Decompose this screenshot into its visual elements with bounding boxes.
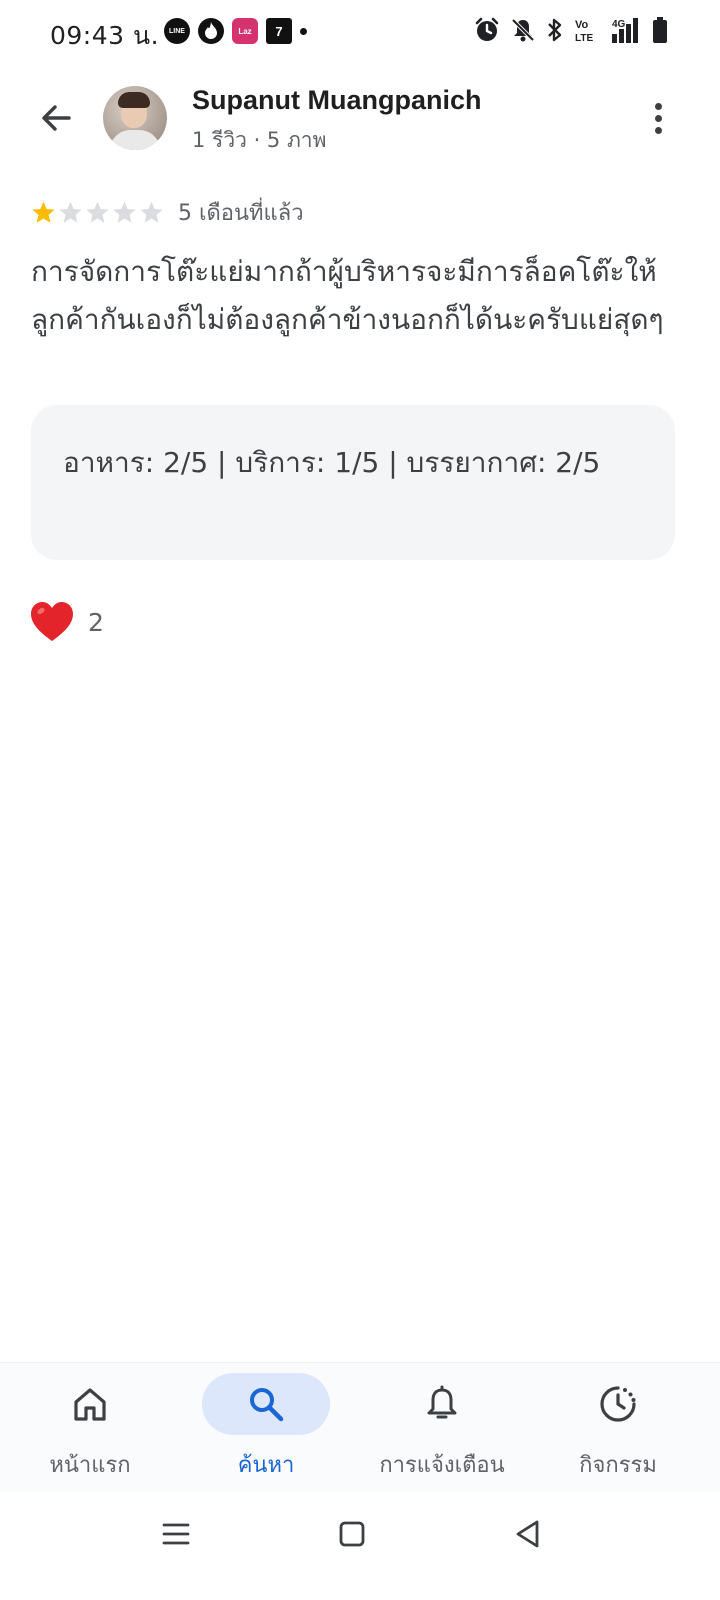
bell-icon: [427, 1385, 457, 1419]
more-vert-icon: [654, 102, 662, 110]
nav-item-activity[interactable]: กิจกรรม: [528, 1363, 708, 1493]
signal-4g-icon: 4G: [612, 18, 638, 43]
line-app-icon: LINE: [164, 18, 190, 44]
back-system-button[interactable]: [498, 1504, 558, 1564]
review-time: 5 เดือนที่แล้ว: [178, 201, 304, 226]
star-empty-icon: [86, 201, 109, 223]
svg-text:4G: 4G: [612, 19, 626, 30]
bottom-navigation: หน้าแรก ค้นหา การแจ้งเตือน กิจกรรม: [0, 1362, 720, 1492]
home-system-button[interactable]: [322, 1504, 382, 1564]
sub-ratings-card: อาหาร: 2/5 | บริการ: 1/5 | บรรยากาศ: 2/5: [31, 405, 675, 560]
status-time: 09:43 น.: [50, 21, 160, 50]
back-button[interactable]: [30, 92, 82, 144]
nav-label-notifications: การแจ้งเตือน: [379, 1453, 505, 1478]
volte-icon: Vo LTE: [575, 19, 593, 43]
like-button[interactable]: 2: [28, 598, 104, 646]
bluetooth-icon: [548, 18, 562, 42]
notifications-off-icon: [511, 18, 535, 42]
status-bar: 09:43 น. LINE Laz 7 Vo LTE 4G: [0, 0, 720, 64]
heart-icon: [31, 602, 73, 641]
alarm-icon: [475, 17, 499, 41]
star-empty-icon: [59, 201, 82, 223]
star-empty-icon: [113, 201, 136, 223]
rating-row: 5 เดือนที่แล้ว: [31, 195, 304, 230]
home-icon: [74, 1388, 106, 1421]
notification-dot-icon: [300, 27, 307, 35]
activity-icon: [600, 1386, 636, 1422]
lazada-app-icon: Laz: [232, 18, 258, 44]
tinder-app-icon: [198, 18, 224, 44]
triangle-back-icon: [516, 1520, 539, 1548]
nav-item-search[interactable]: ค้นหา: [176, 1363, 356, 1493]
status-indicators: Vo LTE 4G: [474, 16, 668, 44]
star-filled-icon: [32, 201, 55, 223]
menu-icon: [162, 1523, 190, 1545]
nav-label-activity: กิจกรรม: [579, 1453, 657, 1478]
nav-item-home[interactable]: หน้าแรก: [0, 1363, 180, 1493]
seven-eleven-app-icon: 7: [266, 18, 292, 44]
user-meta: 1 รีวิว · 5 ภาพ: [192, 128, 327, 152]
status-app-icons: LINE Laz 7: [164, 18, 307, 44]
star-rating: [31, 200, 164, 225]
user-name[interactable]: Supanut Muangpanich: [192, 85, 482, 116]
svg-text:Vo: Vo: [575, 19, 589, 31]
square-icon: [339, 1521, 365, 1547]
like-count: 2: [88, 607, 104, 637]
arrow-back-icon: [42, 105, 71, 131]
battery-icon: [653, 17, 667, 43]
svg-text:LTE: LTE: [575, 33, 593, 43]
nav-label-search: ค้นหา: [237, 1453, 295, 1478]
profile-header: Supanut Muangpanich 1 รีวิว · 5 ภาพ: [0, 72, 720, 168]
avatar[interactable]: [103, 86, 167, 150]
search-icon: [250, 1388, 284, 1422]
more-options-button[interactable]: [638, 98, 678, 138]
recent-apps-button[interactable]: [146, 1504, 206, 1564]
nav-item-notifications[interactable]: การแจ้งเตือน: [352, 1363, 532, 1493]
sub-ratings-text: อาหาร: 2/5 | บริการ: 1/5 | บรรยากาศ: 2/5: [63, 446, 601, 479]
system-navigation-bar: [0, 1492, 720, 1600]
nav-label-home: หน้าแรก: [49, 1453, 131, 1478]
star-empty-icon: [140, 201, 163, 223]
review-text: การจัดการโต๊ะแย่มากถ้าผู้บริหารจะมีการล็…: [31, 255, 664, 336]
